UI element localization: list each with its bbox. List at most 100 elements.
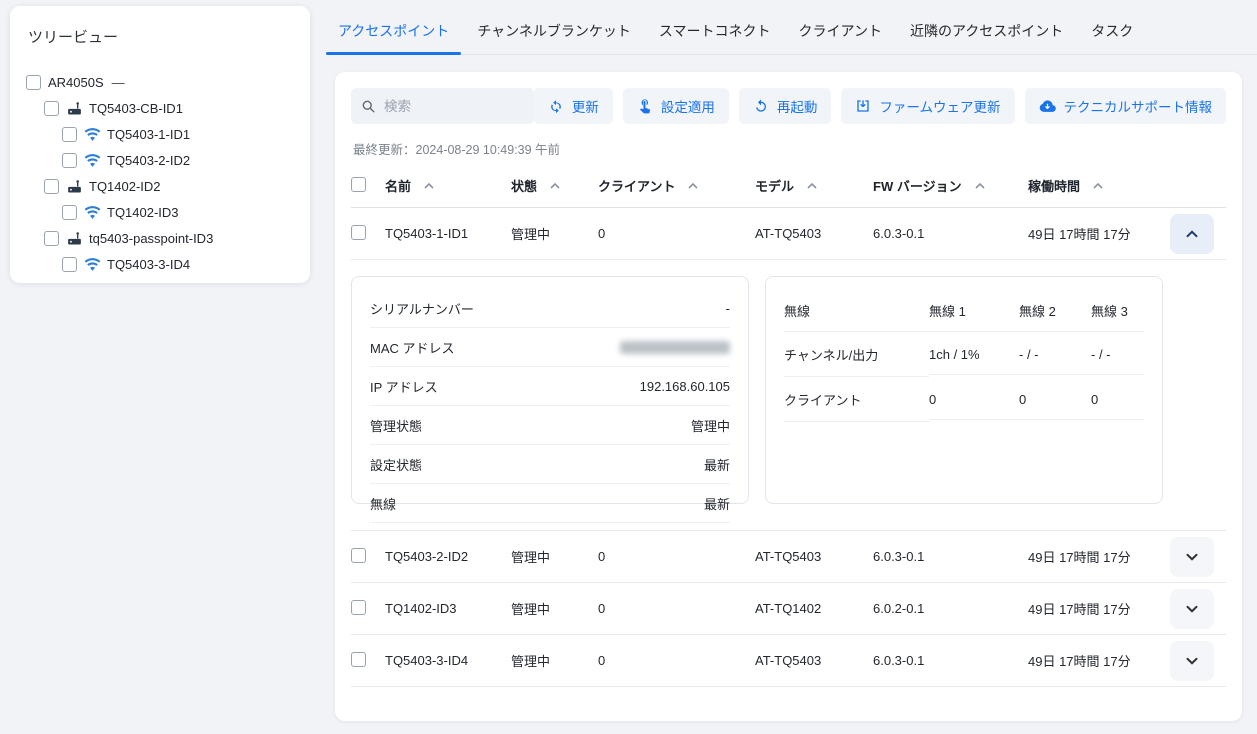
column-header-model[interactable]: モデル <box>755 176 873 195</box>
select-all-checkbox[interactable] <box>351 177 366 192</box>
detail-field-ip: IP アドレス 192.168.60.105 <box>370 367 730 406</box>
sort-caret-icon <box>424 183 434 189</box>
tree-checkbox[interactable] <box>44 231 59 246</box>
chevron-down-icon <box>1186 553 1198 561</box>
tree-checkbox[interactable] <box>62 153 77 168</box>
tree-checkbox[interactable] <box>62 257 77 272</box>
expand-row-button[interactable] <box>1170 537 1214 577</box>
access-point-device-icon <box>66 100 83 117</box>
tree-item-tq5403-2-id2[interactable]: TQ5403-2-ID2 <box>26 147 294 173</box>
field-label: 管理状態 <box>370 416 422 435</box>
table-row-tq5403-3-id4[interactable]: TQ5403-3-ID4 管理中 0 AT-TQ5403 6.0.3-0.1 4… <box>351 635 1226 687</box>
device-info-card: シリアルナンバー - MAC アドレス IP アドレス 192.168.60.1… <box>351 276 749 504</box>
ap-model: AT-TQ5403 <box>755 653 873 668</box>
tree-item-label: TQ5403-CB-ID1 <box>89 101 183 116</box>
tree-item-label: TQ5403-3-ID4 <box>107 257 190 272</box>
column-header-name[interactable]: 名前 <box>385 176 511 195</box>
ap-clients: 0 <box>598 601 755 616</box>
ap-clients: 0 <box>598 226 755 241</box>
radio-cell: 1ch / 1% <box>929 334 1019 375</box>
firmware-update-button[interactable]: ファームウェア更新 <box>841 88 1014 124</box>
field-value: 最新 <box>704 494 730 513</box>
sort-caret-icon <box>688 183 698 189</box>
column-header-status[interactable]: 状態 <box>511 176 598 195</box>
action-buttons: 更新 設定適用 再起動 <box>534 88 1226 124</box>
column-header-fw-version[interactable]: FW バージョン <box>873 176 1028 195</box>
expand-row-button[interactable] <box>1170 641 1214 681</box>
field-value: 192.168.60.105 <box>640 379 730 394</box>
wifi-icon <box>84 126 101 143</box>
tab-tasks[interactable]: タスク <box>1079 14 1145 54</box>
tree-checkbox[interactable] <box>44 179 59 194</box>
radio-col-header: 無線 3 <box>1091 289 1144 332</box>
ap-name: TQ5403-3-ID4 <box>385 653 511 668</box>
search-box[interactable] <box>351 88 534 124</box>
table-row-tq5403-2-id2[interactable]: TQ5403-2-ID2 管理中 0 AT-TQ5403 6.0.3-0.1 4… <box>351 531 1226 583</box>
cloud-download-icon <box>1039 98 1056 115</box>
field-label: IP アドレス <box>370 377 438 396</box>
chevron-up-icon <box>1186 230 1198 238</box>
tree-item-tq5403-cb-id1[interactable]: TQ5403-CB-ID1 <box>26 95 294 121</box>
refresh-button[interactable]: 更新 <box>534 88 613 124</box>
table-row-tq1402-id3[interactable]: TQ1402-ID3 管理中 0 AT-TQ1402 6.0.2-0.1 49日… <box>351 583 1226 635</box>
collapse-toggle[interactable]: — <box>112 75 125 90</box>
tree-item-ar4050s[interactable]: AR4050S — <box>26 69 294 95</box>
tech-support-button[interactable]: テクニカルサポート情報 <box>1025 88 1227 124</box>
radio-col-header: 無線 2 <box>1019 289 1091 332</box>
tab-channel-blanket[interactable]: チャンネルブランケット <box>465 14 643 54</box>
field-value: - <box>726 301 730 316</box>
ap-name: TQ5403-1-ID1 <box>385 226 511 241</box>
tree-item-tq1402-id2[interactable]: TQ1402-ID2 <box>26 173 294 199</box>
field-value: 最新 <box>704 455 730 474</box>
reboot-button[interactable]: 再起動 <box>739 88 832 124</box>
ap-status: 管理中 <box>511 547 598 566</box>
apply-config-button[interactable]: 設定適用 <box>623 88 729 124</box>
tree-item-tq1402-id3[interactable]: TQ1402-ID3 <box>26 199 294 225</box>
tree-item-tq5403-3-id4[interactable]: TQ5403-3-ID4 <box>26 251 294 277</box>
tree-checkbox[interactable] <box>44 101 59 116</box>
ap-uptime: 49日 17時間 17分 <box>1028 224 1170 243</box>
restart-icon <box>753 98 769 114</box>
last-updated-text: 最終更新：2024-08-29 10:49:39 午前 <box>353 139 1226 158</box>
tree-item-tq5403-passpoint-id3[interactable]: tq5403-passpoint-ID3 <box>26 225 294 251</box>
detail-field-mac: MAC アドレス <box>370 328 730 367</box>
tree-checkbox[interactable] <box>26 75 41 90</box>
tab-bar: アクセスポイント チャンネルブランケット スマートコネクト クライアント 近隣の… <box>326 0 1257 55</box>
table-row-tq5403-1-id1[interactable]: TQ5403-1-ID1 管理中 0 AT-TQ5403 6.0.3-0.1 4… <box>351 208 1226 260</box>
tree-checkbox[interactable] <box>62 205 77 220</box>
tree-view-title: ツリービュー <box>28 26 294 47</box>
tab-clients[interactable]: クライアント <box>787 14 894 54</box>
ap-fw-version: 6.0.3-0.1 <box>873 653 1028 668</box>
row-checkbox[interactable] <box>351 548 366 563</box>
row-checkbox[interactable] <box>351 600 366 615</box>
detail-field-serial: シリアルナンバー - <box>370 289 730 328</box>
tab-smart-connect[interactable]: スマートコネクト <box>647 14 783 54</box>
radio-info-card: 無線 無線 1 無線 2 無線 3 チャンネル/出力 1ch / 1% - / … <box>765 276 1163 504</box>
column-header-clients[interactable]: クライアント <box>598 176 755 195</box>
search-input[interactable] <box>384 99 524 114</box>
tree-view-panel: ツリービュー AR4050S — TQ5403-CB-ID1 TQ5403-1-… <box>10 6 310 283</box>
sort-caret-icon <box>550 183 560 189</box>
tab-access-points[interactable]: アクセスポイント <box>326 14 461 54</box>
detail-field-mgmt-status: 管理状態 管理中 <box>370 406 730 445</box>
search-icon <box>361 99 376 114</box>
ap-uptime: 49日 17時間 17分 <box>1028 599 1170 618</box>
sort-caret-icon <box>807 183 817 189</box>
tab-neighbor-access-points[interactable]: 近隣のアクセスポイント <box>898 14 1075 54</box>
tree-item-tq5403-1-id1[interactable]: TQ5403-1-ID1 <box>26 121 294 147</box>
collapse-row-button[interactable] <box>1170 214 1214 254</box>
reboot-button-label: 再起動 <box>777 96 818 116</box>
wifi-icon <box>84 256 101 273</box>
radio-col-header: 無線 <box>784 289 929 332</box>
column-header-uptime[interactable]: 稼働時間 <box>1028 176 1170 195</box>
ap-model: AT-TQ5403 <box>755 226 873 241</box>
row-checkbox[interactable] <box>351 652 366 667</box>
tree-checkbox[interactable] <box>62 127 77 142</box>
field-label: 無線 <box>370 494 396 513</box>
expand-row-button[interactable] <box>1170 589 1214 629</box>
ap-name: TQ5403-2-ID2 <box>385 549 511 564</box>
toolbar: 更新 設定適用 再起動 <box>351 88 1226 124</box>
ap-model: AT-TQ5403 <box>755 549 873 564</box>
row-checkbox[interactable] <box>351 225 366 240</box>
tree-item-label: TQ1402-ID3 <box>107 205 179 220</box>
